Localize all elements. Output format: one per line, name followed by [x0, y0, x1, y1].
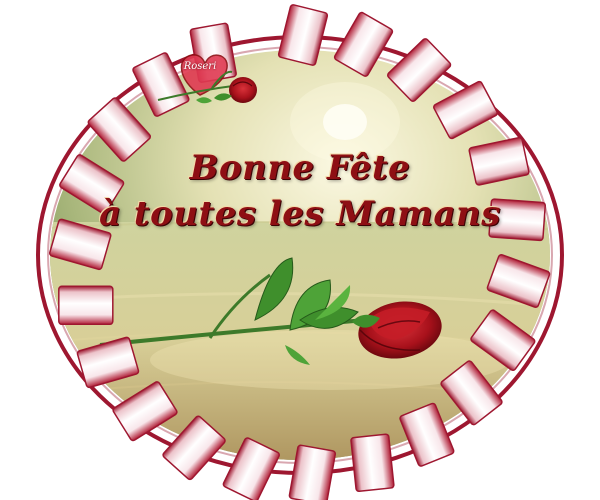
- signature-watermark: Roseri: [183, 61, 217, 72]
- greeting-line-1: Bonne Fête: [189, 148, 411, 188]
- mothers-day-card: [36, 4, 564, 500]
- small-rose-bloom: [229, 77, 257, 103]
- greeting-text: Bonne Fête à toutes les Mamans: [0, 145, 600, 237]
- greeting-line-2: à toutes les Mamans: [99, 194, 501, 234]
